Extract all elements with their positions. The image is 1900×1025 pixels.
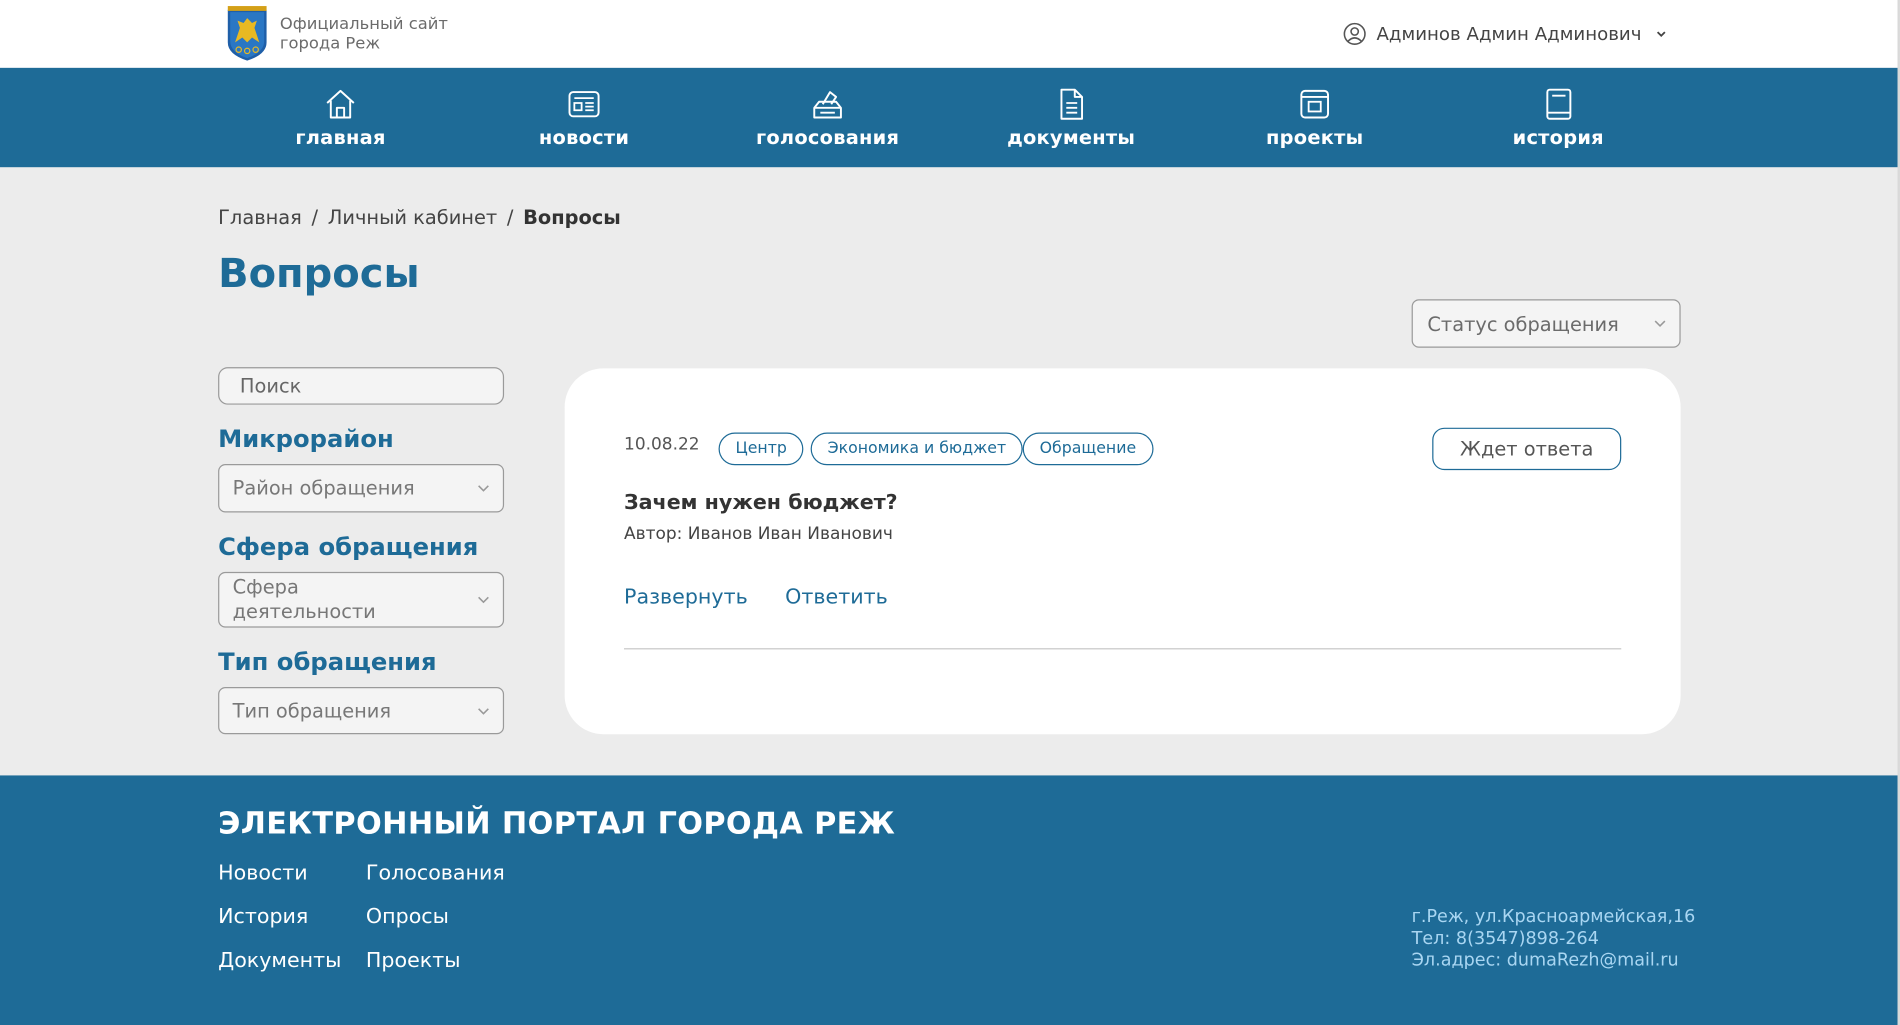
district-heading: Микрорайон bbox=[218, 424, 394, 454]
book-icon bbox=[1546, 88, 1572, 120]
breadcrumb-account[interactable]: Личный кабинет bbox=[328, 206, 497, 229]
question-date: 10.08.22 bbox=[624, 434, 700, 455]
footer-link-votes[interactable]: Голосования bbox=[366, 861, 505, 885]
user-name: Админов Админ Админович bbox=[1376, 23, 1642, 45]
chevron-down-icon bbox=[478, 596, 489, 604]
nav-item-home[interactable]: главная bbox=[244, 68, 438, 167]
site-name[interactable]: Официальный сайт города Реж bbox=[280, 15, 448, 54]
home-icon bbox=[326, 89, 355, 119]
footer-link-documents[interactable]: Документы bbox=[218, 949, 341, 973]
breadcrumb-home[interactable]: Главная bbox=[218, 206, 302, 229]
footer-address: г.Реж, ул.Красноармейская,16 bbox=[1411, 907, 1696, 927]
sphere-placeholder: Сфера деятельности bbox=[232, 575, 376, 623]
tag-sphere[interactable]: Экономика и бюджет bbox=[810, 432, 1024, 466]
ballot-box-icon bbox=[813, 91, 842, 119]
type-heading: Тип обращения bbox=[218, 646, 437, 677]
page: Официальный сайт города Реж Админов Адми… bbox=[0, 0, 1900, 1025]
nav-item-votes[interactable]: голосования bbox=[731, 68, 925, 167]
district-placeholder: Район обращения bbox=[232, 476, 415, 500]
chevron-down-icon bbox=[478, 485, 489, 492]
footer-link-projects[interactable]: Проекты bbox=[366, 949, 461, 973]
breadcrumb-separator: / bbox=[506, 205, 514, 229]
main-navigation: главная новости голосования документы пр… bbox=[0, 67, 1898, 168]
card-divider bbox=[624, 648, 1622, 650]
city-coat-of-arms-logo[interactable] bbox=[225, 6, 269, 62]
newspaper-icon bbox=[568, 91, 600, 118]
chevron-down-icon bbox=[1656, 31, 1666, 38]
sphere-select[interactable]: Сфера деятельности bbox=[218, 571, 505, 628]
footer-link-news[interactable]: Новости bbox=[218, 861, 308, 885]
page-title: Вопросы bbox=[218, 249, 420, 297]
top-bar: Официальный сайт города Реж Админов Адми… bbox=[0, 0, 1900, 68]
project-icon bbox=[1300, 89, 1329, 119]
user-circle-icon bbox=[1343, 22, 1366, 46]
nav-item-history[interactable]: история bbox=[1461, 68, 1655, 167]
document-icon bbox=[1060, 88, 1084, 120]
reply-link[interactable]: Ответить bbox=[785, 585, 888, 609]
type-select[interactable]: Тип обращения bbox=[218, 686, 505, 735]
sphere-heading: Сфера обращения bbox=[218, 531, 479, 561]
nav-label-news: новости bbox=[538, 126, 630, 150]
breadcrumb: Главная / Личный кабинет / Вопросы bbox=[218, 206, 621, 229]
breadcrumb-separator: / bbox=[311, 205, 319, 229]
footer-link-history[interactable]: История bbox=[218, 905, 308, 929]
tag-district[interactable]: Центр bbox=[718, 432, 804, 466]
status-badge: Ждет ответа bbox=[1432, 427, 1622, 471]
status-filter-placeholder: Статус обращения bbox=[1427, 312, 1619, 336]
nav-label-documents: документы bbox=[1007, 126, 1136, 150]
footer-contacts: г.Реж, ул.Красноармейская,16 Тел: 8(3547… bbox=[1412, 906, 1696, 971]
type-placeholder: Тип обращения bbox=[232, 698, 392, 722]
nav-item-news[interactable]: новости bbox=[487, 68, 681, 167]
chevron-down-icon bbox=[478, 707, 489, 715]
footer-link-polls[interactable]: Опросы bbox=[366, 905, 449, 929]
site-name-line2: города Реж bbox=[279, 33, 381, 54]
user-menu[interactable]: Админов Админ Админович bbox=[1343, 21, 1669, 48]
search-input[interactable] bbox=[218, 367, 505, 405]
nav-label-history: история bbox=[1512, 126, 1604, 150]
question-author: Автор: Иванов Иван Иванович bbox=[624, 524, 893, 545]
district-select[interactable]: Район обращения bbox=[218, 464, 505, 513]
footer-phone[interactable]: Тел: 8(3547)898-264 bbox=[1412, 928, 1696, 950]
question-card: 10.08.22 Центр Экономика и бюджет Обраще… bbox=[564, 368, 1681, 735]
nav-label-projects: проекты bbox=[1265, 126, 1364, 150]
expand-link[interactable]: Развернуть bbox=[624, 585, 748, 609]
question-title: Зачем нужен бюджет? bbox=[624, 490, 898, 515]
footer-email[interactable]: Эл.адрес: dumaRezh@mail.ru bbox=[1412, 950, 1696, 972]
breadcrumb-current: Вопросы bbox=[523, 205, 621, 229]
nav-item-projects[interactable]: проекты bbox=[1218, 68, 1412, 167]
nav-label-votes: голосования bbox=[755, 126, 900, 150]
nav-item-documents[interactable]: документы bbox=[974, 68, 1168, 167]
footer-title: ЭЛЕКТРОННЫЙ ПОРТАЛ ГОРОДА РЕЖ bbox=[218, 805, 896, 841]
status-filter-select[interactable]: Статус обращения bbox=[1411, 299, 1681, 348]
tag-type[interactable]: Обращение bbox=[1022, 432, 1154, 466]
footer: ЭЛЕКТРОННЫЙ ПОРТАЛ ГОРОДА РЕЖ Новости Го… bbox=[0, 775, 1898, 1025]
nav-label-home: главная bbox=[295, 126, 386, 150]
chevron-down-icon bbox=[1654, 320, 1666, 328]
site-name-line1: Официальный сайт bbox=[279, 14, 448, 34]
